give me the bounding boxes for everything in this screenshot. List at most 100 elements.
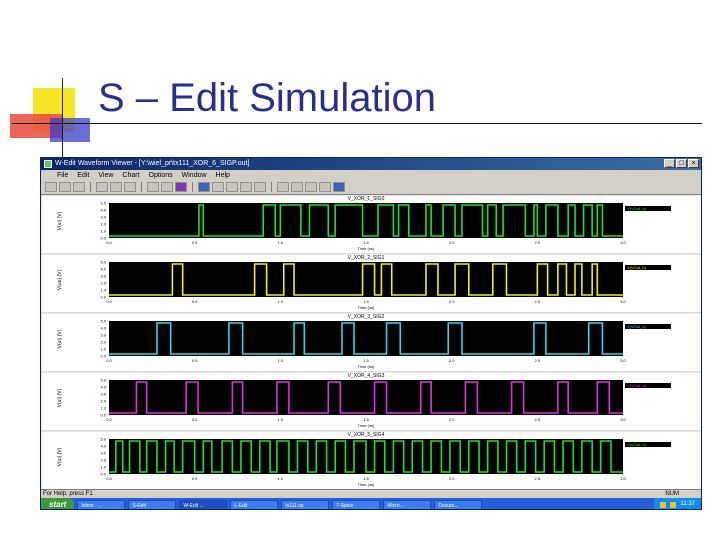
volume-icon[interactable] (660, 501, 667, 508)
x-tick-label: 2.5 (535, 417, 541, 422)
chart-xlabel: Time (ns) (358, 482, 375, 487)
chart-ylabel: V(ui) (V) (57, 329, 63, 348)
chart-ylabel: V(ui) (V) (57, 388, 63, 407)
cursor-icon[interactable] (226, 182, 238, 192)
chart-xlabel: Time (ns) (358, 364, 375, 369)
x-tick-label: 0.5 (192, 299, 198, 304)
y-tick-label: 1.0 (100, 465, 106, 470)
window-titlebar[interactable]: W-Edit Waveform Viewer - [Y:\wiel_pr\tx1… (41, 158, 701, 170)
chart-title: V_XOR_2_SIG1 (348, 255, 385, 261)
x-tick-label: 2.0 (449, 299, 455, 304)
chart-title: V_XOR_5_SIG4 (348, 432, 385, 438)
grid-icon[interactable] (240, 182, 252, 192)
menu-window[interactable]: Window (182, 172, 207, 179)
waveform-plots[interactable]: V_XOR_1_SIG0 V(ui) (V) 5.0 4.0 3.0 2.0 1.0 0.0 0… (41, 195, 702, 490)
x-tick-label: 0.5 (192, 417, 198, 422)
x-tick-label: 0.0 (106, 358, 112, 363)
x-tick-label: 1.5 (363, 417, 369, 422)
print-icon[interactable] (73, 182, 85, 192)
x-tick-label: 0.0 (106, 476, 112, 481)
chart-title: V_XOR_4_SIG3 (348, 373, 385, 379)
axis-icon[interactable] (254, 182, 266, 192)
x-tick-label: 1.0 (278, 417, 284, 422)
chart-ylabel: V(ui) (V) (57, 211, 63, 230)
x-tick-label: 2.0 (449, 240, 455, 245)
y-tick-label: 3.0 (100, 392, 106, 397)
x-tick-label: 2.5 (535, 240, 541, 245)
x-tick-label: 1.5 (363, 476, 369, 481)
taskbar-item[interactable]: tx111.sp (281, 499, 330, 509)
menu-edit[interactable]: Edit (77, 172, 89, 179)
x-tick-label: 2.0 (449, 417, 455, 422)
menu-help[interactable]: Help (216, 172, 230, 179)
zoom-in-icon[interactable] (161, 182, 173, 192)
x-tick-label: 1.5 (363, 299, 369, 304)
x-tick-label: 2.5 (535, 299, 541, 304)
fit-icon[interactable] (212, 182, 224, 192)
y-tick-label: 4.0 (100, 326, 106, 331)
y-tick-label: 3.0 (100, 333, 106, 338)
y-tick-label: 2.0 (100, 340, 106, 345)
taskbar-item[interactable]: Micro... (383, 499, 432, 509)
open-icon[interactable] (45, 182, 57, 192)
y-tick-label: 3.0 (100, 274, 106, 279)
decorative-horizontal-line (12, 123, 702, 124)
maximize-button[interactable]: □ (676, 159, 687, 168)
system-tray: 11:37 (654, 498, 701, 509)
x-tick-label: 2.0 (449, 476, 455, 481)
plot-background (109, 262, 623, 297)
x-tick-label: 1.0 (278, 476, 284, 481)
menu-options[interactable]: Options (149, 172, 173, 179)
network-icon[interactable] (670, 501, 677, 508)
help-icon[interactable] (333, 182, 345, 192)
menu-view[interactable]: View (98, 172, 113, 179)
tray-clock: 11:37 (680, 501, 695, 507)
chart-ylabel: V(uo) (V) (57, 270, 63, 291)
taskbar-item[interactable]: L-Edit (230, 499, 279, 509)
taskbar-item[interactable]: W-Edit ... (179, 499, 228, 509)
decorative-blue-square (50, 118, 90, 142)
x-tick-label: 0.5 (192, 476, 198, 481)
legend-icon[interactable] (291, 182, 303, 192)
copy-icon[interactable] (110, 182, 122, 192)
legend-label: V(VOut_d) (627, 383, 647, 388)
paste-icon[interactable] (124, 182, 136, 192)
app-icon (44, 160, 52, 168)
x-tick-label: 3.0 (620, 358, 626, 363)
toolbar-separator (271, 182, 272, 192)
cut-icon[interactable] (96, 182, 108, 192)
chart-title: V_XOR_1_SIG0 (348, 196, 385, 202)
y-tick-label: 5.0 (100, 319, 106, 324)
save-icon[interactable] (59, 182, 71, 192)
x-tick-label: 3.0 (620, 417, 626, 422)
legend-label: V(VOut_a) (627, 206, 647, 211)
chart-ylabel: V(ui) (V) (57, 447, 63, 466)
taskbar-item[interactable]: T-Spice (332, 499, 381, 509)
taskbar-item[interactable]: Inbox - ... (77, 499, 126, 509)
x-tick-label: 1.0 (278, 358, 284, 363)
taskbar-item[interactable]: S-Edit (128, 499, 177, 509)
x-tick-label: 0.5 (192, 358, 198, 363)
stop-icon[interactable] (319, 182, 331, 192)
close-button[interactable]: × (688, 159, 699, 168)
slide-title: S – Edit Simulation (98, 76, 436, 120)
start-button[interactable]: start (41, 498, 75, 509)
taskbar-item[interactable]: Docum... (434, 499, 483, 509)
zoom-out-icon[interactable] (175, 182, 187, 192)
play-icon[interactable] (305, 182, 317, 192)
text-icon[interactable] (277, 182, 289, 192)
chart-xlabel: Time (ns) (358, 246, 375, 251)
menu-file[interactable]: File (57, 172, 68, 179)
undo-icon[interactable] (147, 182, 159, 192)
minimize-button[interactable]: _ (664, 159, 675, 168)
menu-chart[interactable]: Chart (122, 172, 139, 179)
toolbar-separator (90, 182, 91, 192)
y-tick-label: 1.0 (100, 229, 106, 234)
y-tick-label: 2.0 (100, 281, 106, 286)
y-tick-label: 5.0 (100, 201, 106, 206)
y-tick-label: 4.0 (100, 444, 106, 449)
window-controls: _ □ × (664, 159, 699, 168)
x-tick-label: 2.5 (535, 476, 541, 481)
waveform-viewer-window: W-Edit Waveform Viewer - [Y:\wiel_pr\tx1… (40, 157, 702, 510)
chart-icon[interactable] (198, 182, 210, 192)
